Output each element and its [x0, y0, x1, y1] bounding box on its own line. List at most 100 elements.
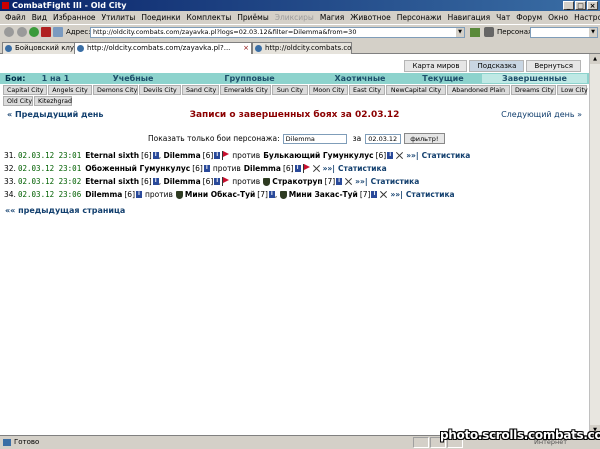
close-tab-icon[interactable]: ×	[243, 43, 249, 54]
fighter-name[interactable]: Мини Обкас-Туй	[185, 190, 255, 199]
city-emeralds[interactable]: Emeralds City	[220, 85, 271, 95]
menu-navigation[interactable]: Навигация	[445, 13, 494, 22]
city-newcapital[interactable]: NewCapital City	[386, 85, 446, 95]
menu-fights[interactable]: Поединки	[138, 13, 183, 22]
info-icon[interactable]: i	[387, 152, 394, 159]
statistics-link[interactable]: Статистика	[338, 164, 387, 173]
tab-chaotic[interactable]: Хаотичные	[316, 74, 404, 83]
fighter-name[interactable]: Eternal sixth	[85, 177, 139, 186]
tab-finished[interactable]: Завершенные	[482, 74, 587, 83]
menu-view[interactable]: Вид	[29, 13, 50, 22]
gear-icon[interactable]	[4, 27, 14, 37]
menu-window[interactable]: Окно	[545, 13, 571, 22]
menu-sets[interactable]: Комплекты	[184, 13, 235, 22]
info-icon[interactable]: i	[203, 165, 210, 172]
info-icon[interactable]: i	[214, 178, 221, 185]
chevron-down-icon[interactable]: ▼	[589, 28, 597, 37]
forward-arrow-icon[interactable]	[29, 27, 39, 37]
menu-techniques[interactable]: Приёмы	[234, 13, 271, 22]
city-east[interactable]: East City	[349, 85, 385, 95]
city-angels[interactable]: Angels City	[48, 85, 92, 95]
date-filter-input[interactable]	[365, 133, 402, 144]
menu-chat[interactable]: Чат	[493, 13, 513, 22]
minimize-button[interactable]: _	[563, 1, 574, 10]
crossed-swords-icon	[344, 177, 353, 186]
prev-day-link[interactable]: « Предыдущий день	[7, 110, 103, 119]
tab-group[interactable]: Групповые	[183, 74, 316, 83]
home-icon[interactable]	[53, 27, 63, 37]
log-link[interactable]: »»|	[323, 164, 335, 173]
maximize-button[interactable]: □	[575, 1, 586, 10]
menu-magic[interactable]: Магия	[317, 13, 347, 22]
scroll-up-icon[interactable]: ▲	[590, 54, 600, 64]
city-demons[interactable]: Demons City	[93, 85, 138, 95]
city-old[interactable]: Old City	[3, 96, 33, 106]
address-input[interactable]: http://oldcity.combats.com/zayavka.pl?lo…	[90, 27, 465, 38]
log-link[interactable]: »»|	[390, 190, 402, 199]
city-abandoned-plain[interactable]: Abandoned Plain	[447, 85, 510, 95]
statistics-link[interactable]: Статистика	[422, 151, 471, 160]
fighter-name[interactable]: Dilemma	[85, 190, 122, 199]
statistics-link[interactable]: Статистика	[371, 177, 420, 186]
city-kitezhgrad[interactable]: Kitezhgrad	[34, 96, 72, 106]
back-arrow-icon[interactable]	[17, 27, 27, 37]
tab-fight-club[interactable]: Бойцовский клуб	[2, 42, 76, 54]
tab-training[interactable]: Учебные	[83, 74, 183, 83]
person-select[interactable]: ▼	[530, 27, 598, 38]
info-icon[interactable]: i	[336, 178, 343, 185]
city-sand[interactable]: Sand City	[182, 85, 219, 95]
go-icon[interactable]	[470, 28, 480, 37]
chevron-down-icon[interactable]: ▼	[456, 28, 464, 37]
statistics-link[interactable]: Статистика	[406, 190, 455, 199]
status-segment	[413, 437, 429, 448]
tab-zayavka[interactable]: http://oldcity.combats.com/zayavka.pl?..…	[74, 42, 252, 54]
vertical-scrollbar[interactable]: ▲ ▼	[589, 54, 600, 435]
city-dreams[interactable]: Dreams City	[511, 85, 556, 95]
city-capital[interactable]: Capital City	[3, 85, 47, 95]
info-icon[interactable]: i	[371, 191, 378, 198]
menu-settings[interactable]: Настройки	[571, 13, 600, 22]
menu-utilities[interactable]: Утилиты	[99, 13, 139, 22]
date-label: за	[352, 134, 362, 143]
tab-current[interactable]: Текущие	[404, 74, 482, 83]
hint-button[interactable]: Подсказка	[469, 60, 525, 72]
info-icon[interactable]: i	[294, 165, 301, 172]
tab-1v1[interactable]: 1 на 1	[28, 74, 83, 83]
info-icon[interactable]: i	[152, 152, 159, 159]
fighter-name[interactable]: Dilemma	[164, 177, 201, 186]
menu-file[interactable]: Файл	[2, 13, 29, 22]
next-day-link[interactable]: Следующий день »	[501, 110, 582, 119]
stop-icon[interactable]	[41, 27, 51, 37]
city-devils[interactable]: Devils City	[139, 85, 181, 95]
menu-favorites[interactable]: Избранное	[50, 13, 99, 22]
crossed-swords-icon	[379, 190, 388, 199]
city-low[interactable]: Low City	[557, 85, 588, 95]
prev-page-link[interactable]: «« предыдущая страница	[5, 206, 125, 215]
fighter-name[interactable]: Dilemma	[244, 164, 281, 173]
glasses-icon[interactable]	[484, 27, 494, 37]
info-icon[interactable]: i	[152, 178, 159, 185]
filter-button[interactable]: фильтр!	[404, 133, 445, 144]
tab-logs[interactable]: http://oldcity.combats.com/logs.pl?log..…	[252, 42, 352, 54]
city-moon[interactable]: Moon City	[309, 85, 348, 95]
world-map-button[interactable]: Карта миров	[404, 60, 468, 72]
log-link[interactable]: »»|	[355, 177, 367, 186]
menu-animal[interactable]: Животное	[347, 13, 393, 22]
fighter-name[interactable]: Dilemma	[164, 151, 201, 160]
close-button[interactable]: ×	[587, 1, 598, 10]
city-sun[interactable]: Sun City	[272, 85, 308, 95]
fighter-name[interactable]: Мини Закас-Туй	[289, 190, 358, 199]
fighter-name[interactable]: Булькающий Гумункулус	[263, 151, 373, 160]
fighter-name[interactable]: Обоженный Гумункулус	[85, 164, 190, 173]
info-icon[interactable]: i	[214, 152, 221, 159]
fighter-name[interactable]: Стракотруп	[272, 177, 322, 186]
menu-elixirs[interactable]: Эликсиры	[272, 13, 317, 22]
info-icon[interactable]: i	[136, 191, 142, 198]
fighter-name[interactable]: Eternal sixth	[85, 151, 139, 160]
character-filter-input[interactable]	[282, 133, 347, 144]
return-button[interactable]: Вернуться	[526, 60, 581, 72]
info-icon[interactable]: i	[268, 191, 275, 198]
menu-forum[interactable]: Форум	[513, 13, 545, 22]
menu-characters[interactable]: Персонажи	[394, 13, 445, 22]
log-link[interactable]: »»|	[406, 151, 418, 160]
